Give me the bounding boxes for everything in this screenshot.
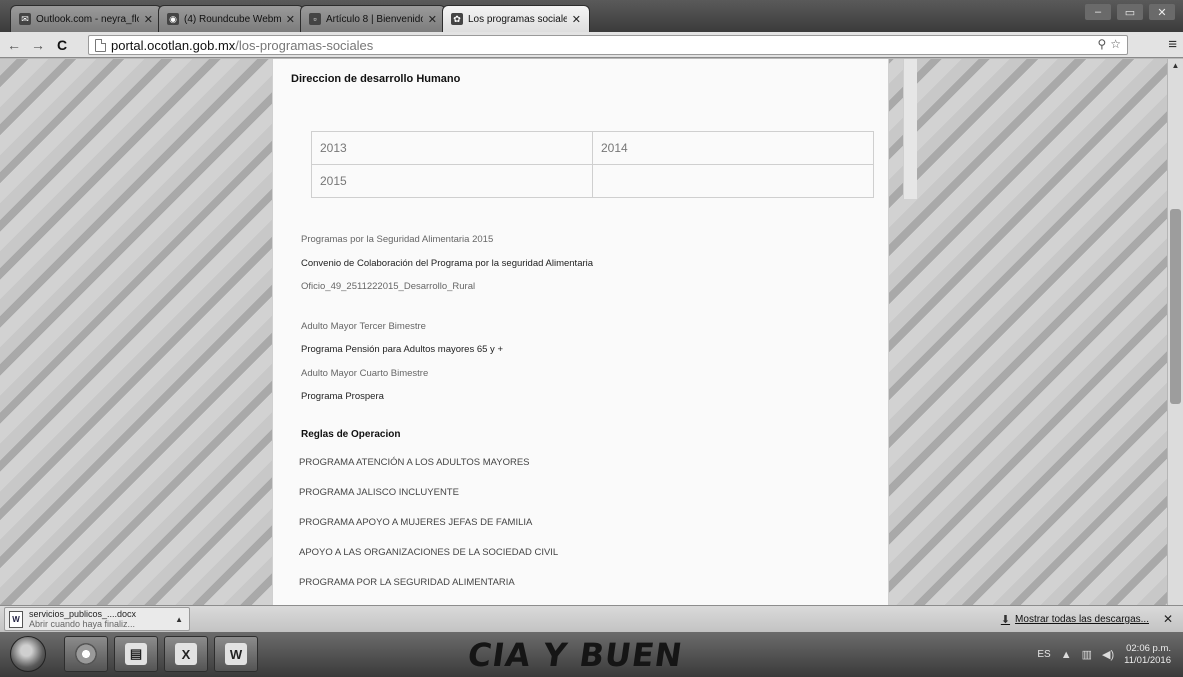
forward-icon[interactable]: → bbox=[28, 35, 48, 55]
page-viewport: Direccion de desarrollo Humano 2013 2014… bbox=[0, 59, 1183, 605]
close-icon[interactable]: ✕ bbox=[428, 13, 437, 26]
wallpaper-text: CIA Y BUEN bbox=[465, 636, 686, 674]
document-links: Programas por la Seguridad Alimentaria 2… bbox=[301, 228, 872, 409]
word-document-icon: W bbox=[9, 610, 23, 628]
taskbar-word[interactable]: W bbox=[214, 636, 258, 672]
doc-link[interactable]: Programa Prospera bbox=[301, 385, 872, 409]
doc-link[interactable]: Oficio_49_2511222015_Desarrollo_Rural bbox=[301, 275, 872, 299]
url-path: /los-programas-sociales bbox=[235, 37, 374, 53]
start-button[interactable] bbox=[10, 636, 46, 672]
volume-icon[interactable]: ◀) bbox=[1102, 648, 1114, 661]
doc-link[interactable]: Programa Pensión para Adultos mayores 65… bbox=[301, 338, 872, 362]
language-indicator[interactable]: ES bbox=[1037, 649, 1050, 660]
chevron-up-icon[interactable]: ▲ bbox=[175, 615, 183, 624]
tab-strip: ✉ Outlook.com - neyra_flo... ✕ ◉ (4) Rou… bbox=[0, 0, 1183, 32]
scrollbar-thumb[interactable] bbox=[1170, 209, 1181, 404]
tab-title: Los programas sociales | O bbox=[468, 13, 567, 25]
scroll-up-icon[interactable]: ▲ bbox=[1168, 59, 1183, 73]
regla-link[interactable]: PROGRAMA JALISCO INCLUYENTE bbox=[299, 478, 872, 508]
year-cell[interactable]: 2014 bbox=[592, 131, 874, 165]
taskbar: ▤ X W CIA Y BUEN ES ▲ ▥ ◀) 02:06 p.m. 11… bbox=[0, 632, 1183, 677]
regla-link[interactable]: PROGRAMA ATENCIÓN A LOS ADULTOS MAYORES bbox=[299, 448, 872, 478]
zoom-icon[interactable]: ⚲ bbox=[1097, 37, 1106, 51]
close-icon[interactable]: ✕ bbox=[572, 13, 581, 26]
window-controls: ‒ ▭ ✕ bbox=[1085, 4, 1175, 20]
browser-toolbar: ← → C portal.ocotlan.gob.mx/los-programa… bbox=[0, 32, 1183, 58]
tab-title: Outlook.com - neyra_flo... bbox=[36, 13, 139, 25]
url-host: portal.ocotlan.gob.mx bbox=[111, 37, 236, 53]
show-all-label: Mostrar todas las descargas... bbox=[1015, 614, 1149, 625]
show-all-downloads-link[interactable]: ⬇ Mostrar todas las descargas... bbox=[1001, 613, 1149, 626]
table-row: 2013 2014 bbox=[311, 131, 874, 165]
close-icon[interactable]: ✕ bbox=[144, 13, 153, 26]
reglas-heading: Reglas de Operacion bbox=[301, 428, 401, 440]
tab-title: (4) Roundcube Webmail :: bbox=[184, 13, 281, 25]
roundcube-icon: ◉ bbox=[167, 13, 179, 25]
downloads-bar: W servicios_publicos_....docx Abrir cuan… bbox=[0, 605, 1183, 632]
reload-icon[interactable]: C bbox=[52, 35, 72, 55]
clock-date: 11/01/2016 bbox=[1124, 654, 1171, 666]
address-bar[interactable]: portal.ocotlan.gob.mx/los-programas-soci… bbox=[88, 35, 1128, 55]
folder-icon: ▤ bbox=[125, 643, 147, 665]
bookmark-star-icon[interactable]: ☆ bbox=[1110, 37, 1121, 51]
doc-link[interactable]: Adulto Mayor Tercer Bimestre bbox=[301, 315, 872, 339]
download-item[interactable]: W servicios_publicos_....docx Abrir cuan… bbox=[4, 607, 190, 631]
omnibox-actions: ⚲ ☆ bbox=[1097, 37, 1121, 51]
word-icon: W bbox=[225, 643, 247, 665]
chrome-icon bbox=[75, 643, 97, 665]
regla-link[interactable]: PROGRAMA APOYO A MUJERES JEFAS DE FAMILI… bbox=[299, 508, 872, 538]
taskbar-chrome[interactable] bbox=[64, 636, 108, 672]
excel-icon: X bbox=[175, 643, 197, 665]
download-status: Abrir cuando haya finaliz... bbox=[29, 619, 136, 629]
year-cell[interactable]: 2015 bbox=[311, 164, 593, 198]
regla-link[interactable]: PROGRAMA POR LA SEGURIDAD ALIMENTARIA bbox=[299, 568, 872, 598]
site-icon: ✿ bbox=[451, 13, 463, 25]
download-filename: servicios_publicos_....docx bbox=[29, 609, 137, 619]
minimize-icon[interactable]: ‒ bbox=[1085, 4, 1111, 20]
close-icon[interactable]: ✕ bbox=[286, 13, 295, 26]
reglas-list: PROGRAMA ATENCIÓN A LOS ADULTOS MAYORES … bbox=[299, 448, 872, 598]
page-icon bbox=[95, 38, 106, 52]
year-cell bbox=[592, 164, 874, 198]
tray-expand-icon[interactable]: ▲ bbox=[1061, 649, 1072, 661]
table-row: 2015 bbox=[311, 164, 874, 198]
download-info: servicios_publicos_....docx Abrir cuando… bbox=[29, 609, 136, 629]
tab-articulo[interactable]: ▫ Artículo 8 | Bienvenido a ✕ bbox=[300, 5, 446, 32]
network-icon[interactable]: ▥ bbox=[1082, 648, 1092, 661]
close-icon[interactable]: ✕ bbox=[1163, 612, 1173, 626]
page-icon: ▫ bbox=[309, 13, 321, 25]
tab-outlook[interactable]: ✉ Outlook.com - neyra_flo... ✕ bbox=[10, 5, 162, 32]
system-tray: ES ▲ ▥ ◀) 02:06 p.m. 11/01/2016 bbox=[933, 634, 1183, 675]
tab-programas-sociales[interactable]: ✿ Los programas sociales | O ✕ bbox=[442, 5, 590, 32]
taskbar-excel[interactable]: X bbox=[164, 636, 208, 672]
doc-link[interactable]: Convenio de Colaboración del Programa po… bbox=[301, 252, 872, 276]
maximize-icon[interactable]: ▭ bbox=[1117, 4, 1143, 20]
download-arrow-icon: ⬇ bbox=[1000, 614, 1011, 626]
clock[interactable]: 02:06 p.m. 11/01/2016 bbox=[1124, 643, 1171, 667]
tab-title: Artículo 8 | Bienvenido a bbox=[326, 13, 423, 25]
outlook-icon: ✉ bbox=[19, 13, 31, 25]
tab-roundcube[interactable]: ◉ (4) Roundcube Webmail :: ✕ bbox=[158, 5, 304, 32]
close-window-icon[interactable]: ✕ bbox=[1149, 4, 1175, 20]
back-icon[interactable]: ← bbox=[4, 35, 24, 55]
page-heading: Direccion de desarrollo Humano bbox=[291, 73, 461, 85]
regla-link[interactable]: APOYO A LAS ORGANIZACIONES DE LA SOCIEDA… bbox=[299, 538, 872, 568]
year-cell[interactable]: 2013 bbox=[311, 131, 593, 165]
page-scrollbar[interactable]: ▲ bbox=[1167, 59, 1183, 605]
program-links: Adulto Mayor Tercer Bimestre Programa Pe… bbox=[301, 315, 872, 409]
clock-time: 02:06 p.m. bbox=[1126, 642, 1171, 654]
menu-icon[interactable]: ≡ bbox=[1168, 36, 1177, 53]
years-table: 2013 2014 2015 bbox=[311, 131, 874, 198]
inner-scrollbar[interactable] bbox=[903, 59, 917, 199]
doc-link[interactable]: Programas por la Seguridad Alimentaria 2… bbox=[301, 228, 872, 252]
taskbar-explorer[interactable]: ▤ bbox=[114, 636, 158, 672]
doc-link[interactable]: Adulto Mayor Cuarto Bimestre bbox=[301, 362, 872, 386]
content-panel: Direccion de desarrollo Humano 2013 2014… bbox=[272, 59, 889, 605]
